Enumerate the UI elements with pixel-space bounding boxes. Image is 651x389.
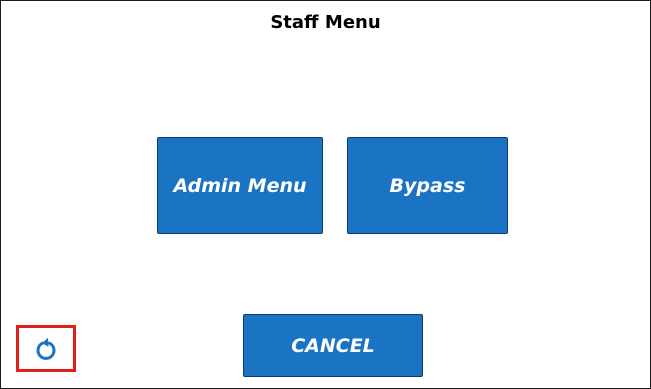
refresh-button[interactable]: [16, 325, 76, 372]
staff-menu-screen: Staff Menu Admin Menu Bypass CANCEL: [0, 0, 651, 389]
admin-menu-button[interactable]: Admin Menu: [157, 137, 323, 234]
bypass-button[interactable]: Bypass: [347, 137, 508, 234]
page-title: Staff Menu: [270, 12, 381, 33]
refresh-icon: [36, 337, 56, 360]
cancel-button[interactable]: CANCEL: [243, 314, 423, 377]
